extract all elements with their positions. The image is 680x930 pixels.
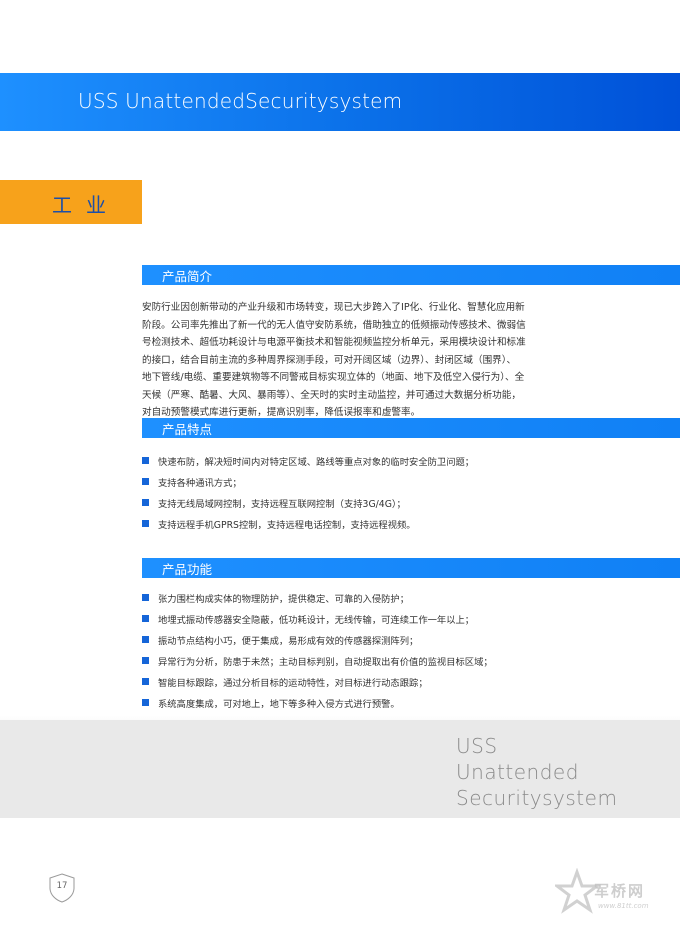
bullet-square-icon [142,594,149,601]
bullet-square-icon [142,699,149,706]
section-heading-features: 产品特点 [162,422,213,437]
intro-line: 阶段。公司率先推出了新一代的无人值守安防系统，借助独立的低频振动传感技术、微弱信 [142,319,526,331]
list-item: 支持无线局域网控制，支持远程互联网控制（支持3G/4G）； [142,492,662,513]
section-heading-intro: 产品简介 [162,269,213,284]
top-banner: USS UnattendedSecuritysystem [0,73,680,131]
intro-line: 地下管线/电缆、重要建筑物等不同警戒目标实现立体的（地面、地下及低空入侵行为）、… [142,372,525,383]
function-text: 地埋式振动传感器安全隐蔽，低功耗设计，无线传输，可连续工作一年以上； [158,614,475,626]
list-item: 支持远程手机GPRS控制，支持远程电话控制，支持远程视频。 [142,513,662,534]
function-text: 系统高度集成，可对地上，地下等多种入侵方式进行预警。 [158,698,400,710]
feature-text: 支持无线局域网控制，支持远程互联网控制（支持3G/4G）； [158,498,406,510]
bullet-square-icon [142,615,149,622]
bullet-square-icon [142,478,149,485]
feature-text: 支持远程手机GPRS控制，支持远程电话控制，支持远程视频。 [158,519,416,531]
list-item: 系统高度集成，可对地上，地下等多种入侵方式进行预警。 [142,692,662,713]
footer-brand-line: Securitysystem [456,786,618,810]
function-text: 异常行为分析，防患于未然；主动目标判别，自动提取出有价值的监视目标区域； [158,656,493,668]
watermark-url: www.81tt.com [598,902,649,910]
footer-brand: USS Unattended Securitysystem [456,733,656,811]
list-item: 张力围栏构成实体的物理防护，提供稳定、可靠的入侵防护； [142,587,662,608]
industry-tag: 工业 [0,180,142,224]
bullet-square-icon [142,457,149,464]
bullet-square-icon [142,520,149,527]
page-number: 17 [56,881,68,891]
watermark-brand: 军桥网 [594,882,646,900]
intro-line: 安防行业因创新带动的产业升级和市场转变，现已大步跨入了IP化、行业化、智慧化应用… [142,302,525,313]
section-bar-functions: 产品功能 [142,558,680,578]
section-heading-functions: 产品功能 [162,562,213,577]
list-item: 振动节点结构小巧，便于集成，易形成有效的传感器探测阵列； [142,629,662,650]
bullet-square-icon [142,657,149,664]
feature-text: 支持各种通讯方式； [158,477,242,489]
section-bar-features: 产品特点 [142,418,680,438]
bullet-square-icon [142,678,149,685]
intro-line: 天候（严寒、酷暑、大风、暴雨等）、全天时的实时主动监控，并可通过大数据分析功能， [142,389,521,401]
list-item: 快速布防，解决短时间内对特定区域、路线等重点对象的临时安全防卫问题； [142,450,662,471]
industry-label: 工业 [52,193,120,217]
feature-text: 快速布防，解决短时间内对特定区域、路线等重点对象的临时安全防卫问题； [158,456,475,468]
section-bar-intro: 产品简介 [142,265,680,285]
intro-paragraph: 安防行业因创新带动的产业升级和市场转变，现已大步跨入了IP化、行业化、智慧化应用… [142,299,572,422]
footer-brand-line: Unattended [456,760,579,784]
intro-line: 的接口，结合目前主流的多种周界探测手段，可对开阔区域（边界）、封闭区域（围界）、 [142,354,517,366]
list-item: 智能目标跟踪，通过分析目标的运动特性，对目标进行动态跟踪； [142,671,662,692]
function-text: 智能目标跟踪，通过分析目标的运动特性，对目标进行动态跟踪； [158,677,428,689]
bullet-square-icon [142,499,149,506]
functions-list: 张力围栏构成实体的物理防护，提供稳定、可靠的入侵防护； 地埋式振动传感器安全隐蔽… [142,587,662,713]
list-item: 地埋式振动传感器安全隐蔽，低功耗设计，无线传输，可连续工作一年以上； [142,608,662,629]
list-item: 异常行为分析，防患于未然；主动目标判别，自动提取出有价值的监视目标区域； [142,650,662,671]
function-text: 振动节点结构小巧，便于集成，易形成有效的传感器探测阵列； [158,635,419,647]
list-item: 支持各种通讯方式； [142,471,662,492]
features-list: 快速布防，解决短时间内对特定区域、路线等重点对象的临时安全防卫问题； 支持各种通… [142,450,662,534]
function-text: 张力围栏构成实体的物理防护，提供稳定、可靠的入侵防护； [158,593,410,605]
footer-brand-line: USS [456,734,498,758]
bullet-square-icon [142,636,149,643]
intro-line: 号检测技术、超低功耗设计与电源平衡技术和智能视频监控分析单元，采用模块设计和标准 [142,337,526,348]
banner-title: USS UnattendedSecuritysystem [78,89,403,113]
